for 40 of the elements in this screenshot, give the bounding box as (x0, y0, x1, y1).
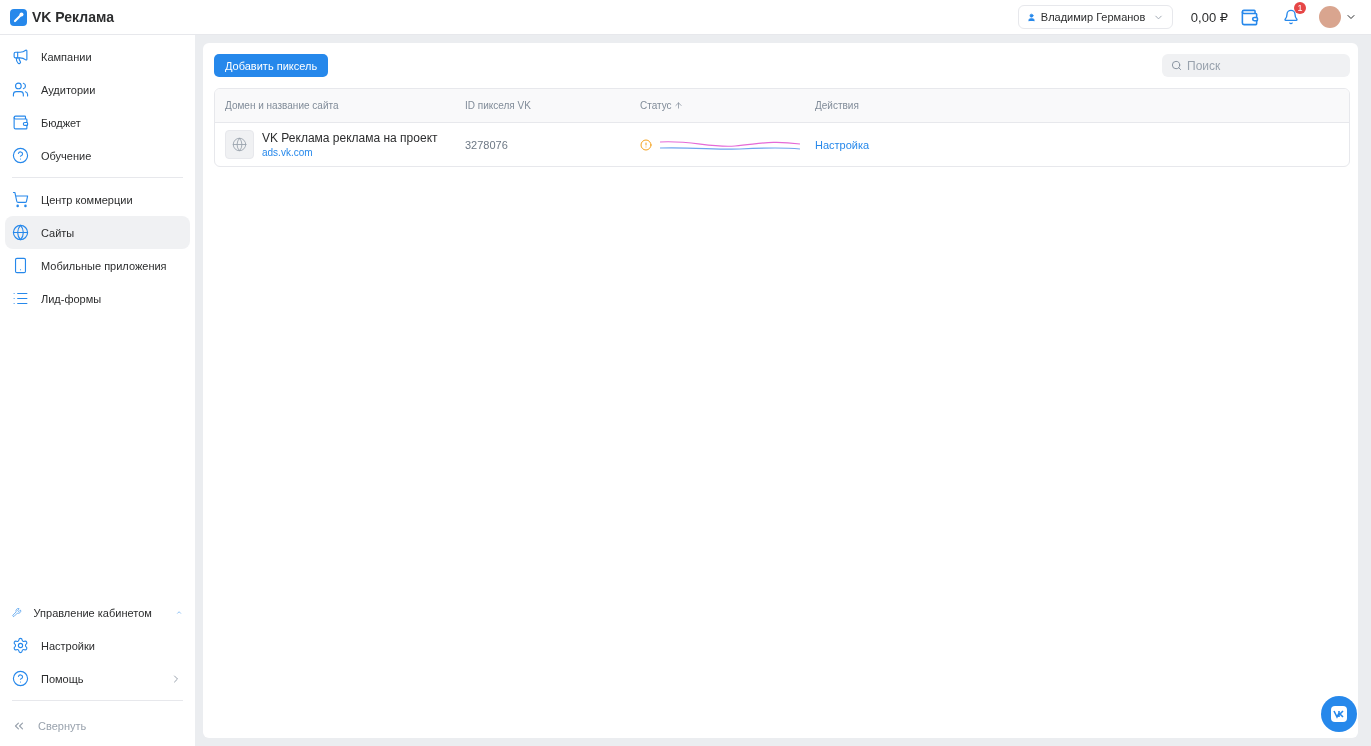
search-field[interactable]: Поиск (1162, 54, 1350, 77)
nav-icon (12, 670, 29, 687)
nav-icon (12, 147, 29, 164)
sidebar-item[interactable]: Аудитории (5, 73, 190, 106)
chat-logo-icon (1331, 706, 1347, 722)
nav-icon (12, 637, 29, 654)
nav-icon (12, 224, 29, 241)
table-cell-text: 3278076 (465, 138, 509, 151)
site-name: VK Реклама реклама на проект (262, 131, 438, 145)
avatar[interactable] (1319, 6, 1341, 28)
chevrons-left-icon (12, 719, 26, 733)
site-domain-link[interactable]: ads.vk.com (262, 147, 438, 158)
search-icon (1171, 60, 1182, 71)
nav-icon (12, 114, 29, 131)
logo-icon (10, 8, 27, 26)
sidebar-item[interactable]: Мобильные приложения (5, 249, 190, 282)
sidebar-item[interactable]: Настройки (5, 629, 190, 662)
sidebar-item[interactable]: Сайты (5, 216, 190, 249)
bell-icon[interactable] (1283, 9, 1299, 25)
settings-link[interactable]: Настройка (815, 138, 870, 151)
sidebar-item[interactable]: Кампании (5, 40, 190, 73)
nav-icon (12, 257, 29, 274)
site-thumbnail (225, 130, 254, 159)
wallet-icon[interactable] (1240, 7, 1259, 27)
user-icon (1026, 12, 1036, 22)
nav-icon (12, 191, 29, 208)
app-title: VK Реклама (32, 9, 114, 25)
sidebar-item[interactable]: Помощь (5, 662, 190, 695)
sidebar-item[interactable]: Обучение (5, 139, 190, 172)
nav-icon (12, 81, 29, 98)
account-selector[interactable]: Владимир Германов (1017, 5, 1173, 29)
sidebar-item[interactable]: Бюджет (5, 106, 190, 139)
sidebar-item[interactable]: Центр коммерции (5, 183, 190, 216)
sidebar-item[interactable]: Лид-формы (5, 282, 190, 315)
sidebar-item[interactable]: Управление кабинетом (5, 596, 190, 629)
nav-icon (12, 48, 29, 65)
add-pixel-button[interactable]: Добавить пиксель (214, 54, 329, 77)
notification-badge: 1 (1294, 2, 1306, 14)
nav-icon (12, 290, 29, 307)
balance: 0,00 ₽ (1190, 9, 1228, 25)
